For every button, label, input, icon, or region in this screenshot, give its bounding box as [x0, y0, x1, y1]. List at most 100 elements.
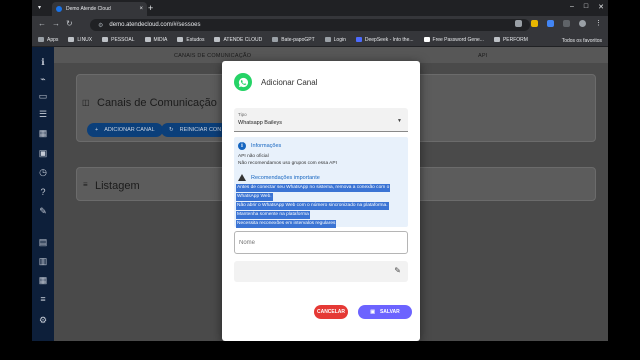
- sidebar-contacts-icon[interactable]: ☰: [38, 109, 48, 119]
- reload-icon[interactable]: ↻: [66, 20, 73, 28]
- add-channel-dialog: Adicionar Canal Tipo Whatsapp Baileys ▼ …: [222, 61, 420, 341]
- extensions-area: ⋮: [515, 20, 602, 27]
- folder-icon: [68, 37, 75, 42]
- new-tab-button[interactable]: +: [148, 3, 153, 13]
- cancel-button[interactable]: CANCELAR: [314, 305, 348, 319]
- sidebar-reports-icon[interactable]: ▤: [38, 237, 48, 247]
- recommendations-heading: Recomendações importante: [251, 175, 320, 181]
- save-icon: ▣: [370, 309, 375, 315]
- extension-icon[interactable]: [531, 20, 538, 27]
- folder-icon: [214, 37, 221, 42]
- sidebar-help-icon[interactable]: ?: [38, 187, 48, 197]
- back-icon[interactable]: ←: [38, 20, 46, 28]
- address-bar[interactable]: ⚙ demo.atendecloud.com/#/sessoes: [90, 19, 530, 31]
- app-sidebar: ℹ ⌁ ▭ ☰ ▦ ▣ ◷ ? ✎ ▤ ▥ ▦ ≡ ⚙: [32, 47, 54, 341]
- add-channel-button[interactable]: + ADICIONAR CANAL: [87, 123, 163, 137]
- url-text: demo.atendecloud.com/#/sessoes: [109, 22, 201, 28]
- forward-icon[interactable]: →: [52, 20, 60, 28]
- apps-icon: [38, 37, 44, 42]
- info-heading: Informações: [251, 143, 282, 149]
- sidebar-edit-icon[interactable]: ✎: [38, 206, 48, 216]
- bookmark-item[interactable]: MIDIA: [144, 37, 167, 43]
- list-title: Listagem: [95, 180, 140, 192]
- tab-search-icon[interactable]: ▾: [38, 4, 41, 11]
- tab-title: Demo Atende Cloud: [66, 6, 111, 12]
- folder-icon: [177, 37, 184, 42]
- type-label: Tipo: [238, 112, 247, 117]
- tab-api[interactable]: API: [478, 53, 487, 59]
- type-value: Whatsapp Baileys: [238, 120, 283, 126]
- chevron-down-icon: ▼: [397, 118, 402, 124]
- browser-tab[interactable]: Demo Atende Cloud ×: [52, 2, 147, 16]
- close-window-icon[interactable]: ✕: [598, 3, 604, 11]
- bookmark-item[interactable]: Apps: [38, 37, 58, 43]
- list-icon: ≡: [83, 180, 88, 189]
- restart-icon: ↻: [169, 127, 174, 133]
- save-button[interactable]: ▣ SALVAR: [358, 305, 412, 319]
- extension-icon[interactable]: [563, 20, 570, 27]
- navigation-bar: ← → ↻ ⚙ demo.atendecloud.com/#/sessoes ⋮: [32, 16, 608, 33]
- restart-button[interactable]: ↻ REINICIAR CON: [161, 123, 231, 137]
- name-field[interactable]: [234, 231, 408, 254]
- recommendation-line: WhatsApp Web.: [236, 193, 273, 201]
- recommendation-line: Necessita reconexões em intervalos regul…: [236, 220, 337, 228]
- tab-canais[interactable]: CANAIS DE COMUNICAÇÃO: [174, 53, 251, 59]
- extension-icon[interactable]: [547, 20, 554, 27]
- bookmark-favicon-icon: [272, 37, 279, 42]
- bookmark-favicon-icon: [423, 37, 430, 42]
- type-select[interactable]: Tipo Whatsapp Baileys ▼: [234, 108, 408, 132]
- whatsapp-icon: [234, 73, 252, 91]
- sidebar-list-icon[interactable]: ≡: [38, 294, 48, 304]
- info-line: API não oficial: [238, 154, 269, 159]
- tab-strip: ▾ Demo Atende Cloud × + – □ ✕: [32, 0, 608, 16]
- window-controls: – □ ✕: [570, 3, 604, 11]
- bookmark-item[interactable]: Bate-papoGPT: [272, 37, 315, 43]
- close-tab-icon[interactable]: ×: [139, 6, 143, 12]
- minimize-icon[interactable]: –: [570, 3, 574, 11]
- folder-icon: [144, 37, 151, 42]
- page-title: Canais de Comunicação: [97, 97, 217, 109]
- bookmark-item[interactable]: DeepSeek - Into the...: [355, 37, 414, 43]
- name-input[interactable]: [239, 238, 399, 248]
- browser-window: ▾ Demo Atende Cloud × + – □ ✕ ← → ↻ ⚙ de…: [32, 0, 608, 341]
- sidebar-calendar-icon[interactable]: ▦: [38, 128, 48, 138]
- sidebar-docs-icon[interactable]: ▥: [38, 256, 48, 266]
- sidebar-chat-icon[interactable]: ▭: [38, 91, 48, 101]
- info-line: Não recomendamos uso grupos com essa API: [238, 161, 337, 166]
- bookmark-item[interactable]: ATENDE CLOUD: [214, 37, 262, 43]
- greeting-field[interactable]: ✎: [234, 261, 408, 282]
- warning-icon: [238, 174, 246, 181]
- profile-avatar[interactable]: [579, 20, 586, 27]
- recommendation-line: Não abrir o WhatsApp Web com o número si…: [236, 202, 389, 210]
- all-bookmarks[interactable]: Todos os favoritos: [562, 38, 602, 44]
- bookmarks-bar: Apps LINUX PESSOAL MIDIA Estudos ATENDE …: [32, 33, 608, 47]
- dialog-title: Adicionar Canal: [261, 78, 318, 87]
- sidebar-dashboard-icon[interactable]: ⌁: [38, 74, 48, 84]
- site-info-icon[interactable]: ⚙: [98, 22, 103, 29]
- sidebar-info-icon[interactable]: ℹ: [38, 57, 48, 67]
- recommendation-line: Mantenha somente na plataforma: [236, 211, 310, 219]
- sidebar-users-icon[interactable]: ▦: [38, 275, 48, 285]
- sidebar-channels-icon[interactable]: ▣: [38, 148, 48, 158]
- bookmark-item[interactable]: PESSOAL: [102, 37, 135, 43]
- tab-favicon-icon: [56, 6, 62, 12]
- bookmark-item[interactable]: PERFORM: [493, 37, 528, 43]
- deepseek-icon: [355, 37, 362, 42]
- sidebar-settings-icon[interactable]: ⚙: [38, 315, 48, 325]
- bookmark-item[interactable]: LINUX: [68, 37, 92, 43]
- pencil-icon[interactable]: ✎: [394, 266, 401, 275]
- recommendation-line: Antes de conectar seu WhatsApp no sistem…: [236, 184, 391, 192]
- bookmark-favicon-icon: [324, 37, 331, 42]
- bookmark-item[interactable]: Estudos: [177, 37, 204, 43]
- maximize-icon[interactable]: □: [584, 3, 588, 11]
- folder-icon: [102, 37, 109, 42]
- menu-icon[interactable]: ⋮: [595, 20, 602, 27]
- info-panel: i Informações API não oficial Não recome…: [234, 137, 408, 228]
- plus-icon: +: [95, 127, 99, 133]
- bookmark-item[interactable]: Login: [324, 37, 346, 43]
- bookmark-item[interactable]: Free Password Gene...: [423, 37, 484, 43]
- folder-icon: [493, 37, 500, 42]
- channels-icon: ◫: [82, 98, 90, 107]
- extension-icon[interactable]: [515, 20, 522, 27]
- sidebar-clock-icon[interactable]: ◷: [38, 167, 48, 177]
